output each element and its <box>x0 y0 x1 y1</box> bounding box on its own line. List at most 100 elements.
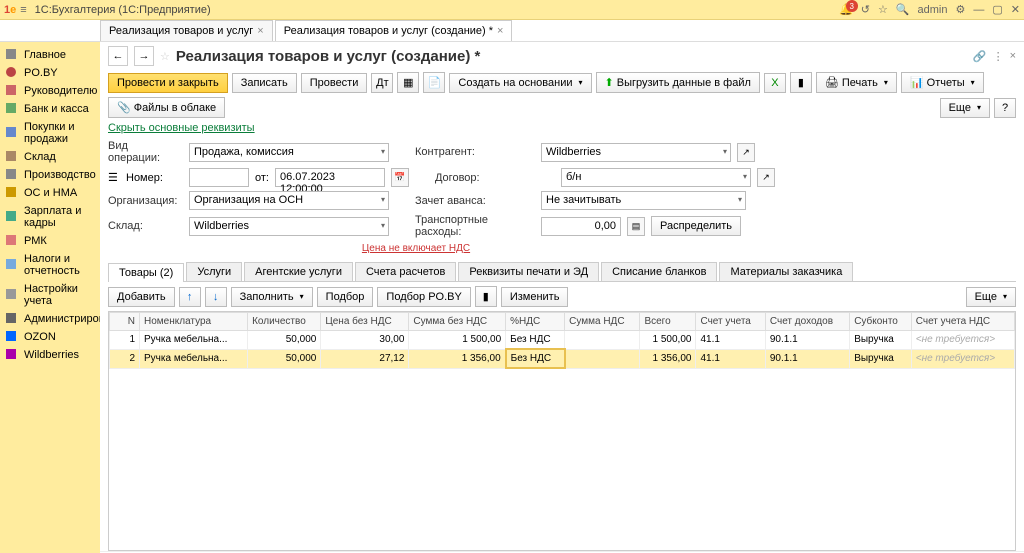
contract-input[interactable]: б/н <box>561 168 751 187</box>
barcode-icon[interactable]: ▮ <box>790 72 812 93</box>
window-close-icon[interactable]: × <box>1010 50 1016 63</box>
post-and-close-button[interactable]: Провести и закрыть <box>108 73 228 93</box>
tab-agent[interactable]: Агентские услуги <box>244 262 353 281</box>
close-icon[interactable]: ✕ <box>1011 3 1020 16</box>
calc-button[interactable]: ▤ <box>627 217 645 236</box>
hamburger-icon[interactable]: ≡ <box>20 4 26 16</box>
sidebar-item-poby[interactable]: PO.BY <box>0 64 100 82</box>
dt-kt-icon[interactable]: Дт <box>371 73 393 93</box>
price-vat-note-link[interactable]: Цена не включает НДС <box>362 243 470 254</box>
sidebar-item-rmk[interactable]: РМК <box>0 232 100 250</box>
sidebar-item-admin[interactable]: Администрирование <box>0 310 100 328</box>
number-input[interactable] <box>189 168 249 187</box>
print-button[interactable]: 🖨Печать <box>816 72 897 93</box>
col-price[interactable]: Цена без НДС <box>321 313 409 331</box>
distribute-button[interactable]: Распределить <box>651 216 741 236</box>
reports-button[interactable]: 📊Отчеты <box>901 72 984 93</box>
sidebar-item-bank[interactable]: Банк и касса <box>0 100 100 118</box>
sidebar-item-main[interactable]: Главное <box>0 46 100 64</box>
history-icon[interactable]: ↺ <box>861 3 870 16</box>
org-input[interactable]: Организация на ОСН <box>189 191 389 210</box>
settings-icon[interactable]: ⚙ <box>956 3 966 16</box>
create-based-button[interactable]: Создать на основании <box>449 73 591 93</box>
col-subk[interactable]: Субконто <box>850 313 912 331</box>
select-poby-button[interactable]: Подбор PO.BY <box>377 287 470 307</box>
sidebar-item-tax[interactable]: Налоги и отчетность <box>0 250 100 280</box>
col-accinc[interactable]: Счет доходов <box>765 313 849 331</box>
transport-input[interactable]: 0,00 <box>541 217 621 236</box>
files-cloud-button[interactable]: 📎Файлы в облаке <box>108 97 225 118</box>
col-total[interactable]: Всего <box>640 313 696 331</box>
col-n[interactable]: N <box>110 313 140 331</box>
tab-item-active[interactable]: Реализация товаров и услуг (создание) * … <box>275 20 513 41</box>
maximize-icon[interactable]: ▢ <box>992 3 1002 16</box>
sidebar-item-chief[interactable]: Руководителю <box>0 82 100 100</box>
op-type-input[interactable]: Продажа, комиссия <box>189 143 389 162</box>
advance-input[interactable]: Не зачитывать <box>541 191 746 210</box>
change-button[interactable]: Изменить <box>501 287 569 307</box>
sidebar-item-asset[interactable]: ОС и НМА <box>0 184 100 202</box>
tab-materials[interactable]: Материалы заказчика <box>719 262 853 281</box>
help-button[interactable]: ? <box>994 98 1016 118</box>
date-input[interactable]: 06.07.2023 12:00:00 <box>275 168 385 187</box>
col-vatrate[interactable]: %НДС <box>506 313 565 331</box>
nav-forward-button[interactable]: → <box>134 46 154 66</box>
calendar-button[interactable]: 📅 <box>391 168 409 187</box>
sidebar-item-settings[interactable]: Настройки учета <box>0 280 100 310</box>
counterparty-open-button[interactable]: ↗ <box>737 143 755 162</box>
tab-item[interactable]: Реализация товаров и услуг × <box>100 20 273 41</box>
search-icon[interactable]: 🔍 <box>896 3 910 16</box>
table-row-selected[interactable]: 2 Ручка мебельна... 50,000 27,12 1 356,0… <box>110 349 1015 368</box>
sidebar-item-stock[interactable]: Склад <box>0 148 100 166</box>
tab-blanks[interactable]: Списание бланков <box>601 262 717 281</box>
tab-close-icon[interactable]: × <box>257 25 263 37</box>
table-more-button[interactable]: Еще <box>966 287 1016 307</box>
contract-open-button[interactable]: ↗ <box>757 168 775 187</box>
sidebar-item-sales[interactable]: Покупки и продажи <box>0 118 100 148</box>
star-icon[interactable]: ☆ <box>878 3 888 16</box>
col-qty[interactable]: Количество <box>248 313 321 331</box>
move-down-button[interactable]: ↓ <box>205 287 227 307</box>
tab-accounts[interactable]: Счета расчетов <box>355 262 456 281</box>
tab-print[interactable]: Реквизиты печати и ЭД <box>458 262 599 281</box>
add-row-button[interactable]: Добавить <box>108 287 175 307</box>
structure-icon[interactable]: ▦ <box>397 72 419 93</box>
barcode-icon[interactable]: ▮ <box>475 286 497 307</box>
salary-icon <box>6 211 18 223</box>
vat-rate-editing-cell[interactable]: Без НДС <box>506 349 565 368</box>
more-button[interactable]: Еще <box>940 98 990 118</box>
list-icon[interactable]: ☰ <box>108 171 120 184</box>
table-row[interactable]: 1 Ручка мебельна... 50,000 30,00 1 500,0… <box>110 331 1015 350</box>
move-up-button[interactable]: ↑ <box>179 287 201 307</box>
tab-goods[interactable]: Товары (2) <box>108 263 184 282</box>
col-sum[interactable]: Сумма без НДС <box>409 313 506 331</box>
sidebar-item-prod[interactable]: Производство <box>0 166 100 184</box>
nav-back-button[interactable]: ← <box>108 46 128 66</box>
link-icon[interactable]: 🔗 <box>973 50 987 63</box>
favorite-star-icon[interactable]: ☆ <box>160 50 170 63</box>
excel-icon[interactable]: X <box>764 73 786 93</box>
doc-icon[interactable]: 📄 <box>423 72 445 93</box>
col-nom[interactable]: Номенклатура <box>140 313 248 331</box>
counterparty-input[interactable]: Wildberries <box>541 143 731 162</box>
write-button[interactable]: Записать <box>232 73 297 93</box>
select-button[interactable]: Подбор <box>317 287 374 307</box>
minimize-icon[interactable]: — <box>973 4 984 16</box>
sidebar-item-wb[interactable]: Wildberries <box>0 346 100 364</box>
table-toolbar: Добавить ↑ ↓ Заполнить Подбор Подбор PO.… <box>100 282 1024 311</box>
col-vatsum[interactable]: Сумма НДС <box>565 313 640 331</box>
post-button[interactable]: Провести <box>301 73 368 93</box>
tab-close-icon[interactable]: × <box>497 25 503 37</box>
col-acc[interactable]: Счет учета <box>696 313 765 331</box>
sidebar-item-salary[interactable]: Зарплата и кадры <box>0 202 100 232</box>
user-label[interactable]: admin <box>918 4 948 16</box>
sidebar-item-ozon[interactable]: OZON <box>0 328 100 346</box>
fill-button[interactable]: Заполнить <box>231 287 313 307</box>
tab-services[interactable]: Услуги <box>186 262 242 281</box>
hide-main-props-link[interactable]: Скрыть основные реквизиты <box>100 120 1024 136</box>
warehouse-input[interactable]: Wildberries <box>189 217 389 236</box>
export-file-button[interactable]: ⬆Выгрузить данные в файл <box>596 72 760 93</box>
col-accvat[interactable]: Счет учета НДС <box>911 313 1014 331</box>
bell-icon[interactable]: 🔔3 <box>839 3 853 16</box>
more-menu-icon[interactable]: ⋮ <box>993 50 1004 63</box>
